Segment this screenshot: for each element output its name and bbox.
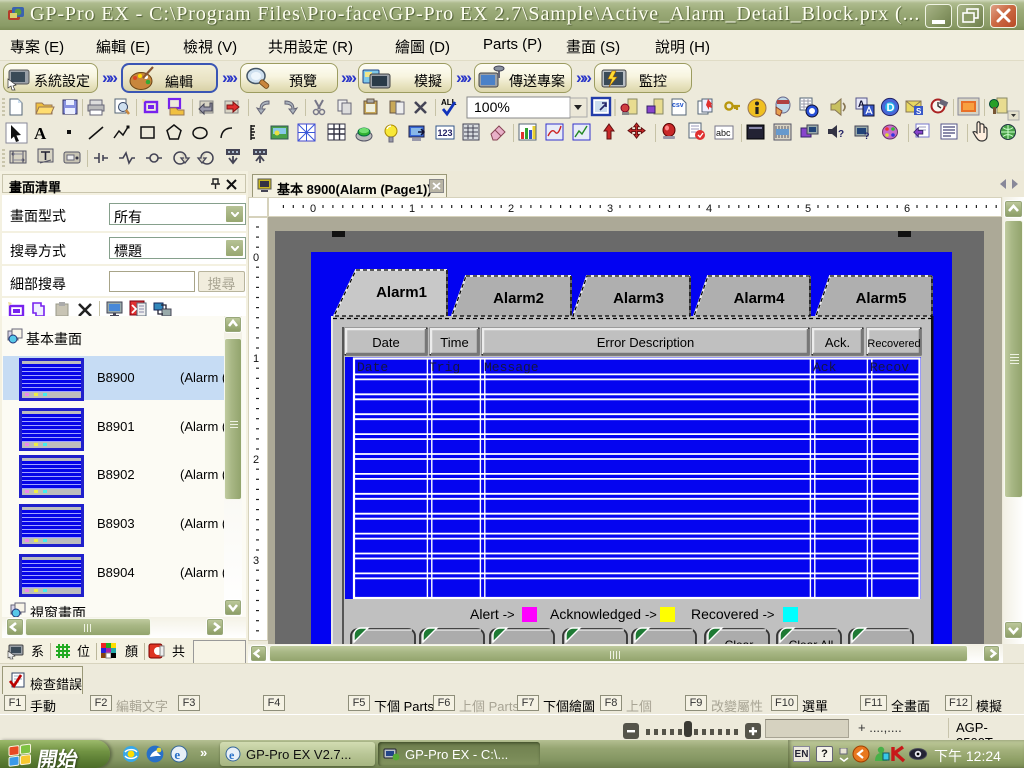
svg-text:Message: Message <box>484 360 539 375</box>
svg-text:顏: 顏 <box>125 644 138 659</box>
svg-text:Ack.: Ack. <box>825 335 850 350</box>
svg-text:1: 1 <box>253 353 259 365</box>
svg-text:系: 系 <box>31 644 44 659</box>
svg-text:Alarm2: Alarm2 <box>493 290 544 307</box>
svg-text:100%: 100% <box>474 99 510 115</box>
svg-text:Acknowledged ->: Acknowledged -> <box>550 606 657 622</box>
svg-text:Alarm4: Alarm4 <box>734 290 786 307</box>
svg-text:Time: Time <box>440 335 468 350</box>
svg-text:Recovered: Recovered <box>867 338 920 350</box>
svg-text:5: 5 <box>805 203 811 215</box>
svg-text:123: 123 <box>438 128 453 138</box>
svg-text:A: A <box>34 124 47 143</box>
svg-text:Trig: Trig <box>429 360 460 375</box>
svg-text:0: 0 <box>310 203 316 215</box>
svg-text:?: ? <box>864 131 870 141</box>
svg-text:0: 0 <box>253 252 259 264</box>
svg-text:»: » <box>200 745 207 760</box>
svg-text:Date: Date <box>357 360 388 375</box>
svg-text:4: 4 <box>706 203 712 215</box>
svg-text:6: 6 <box>904 203 910 215</box>
svg-text:Alarm1: Alarm1 <box>376 284 427 301</box>
svg-text:csv: csv <box>672 102 684 109</box>
svg-text:?: ? <box>838 129 844 140</box>
svg-text:Alarm5: Alarm5 <box>856 290 907 307</box>
svg-text:2: 2 <box>253 454 259 466</box>
svg-text:3: 3 <box>253 555 259 567</box>
svg-text:S: S <box>916 107 922 116</box>
svg-text:Recov: Recov <box>870 360 909 375</box>
svg-text:1: 1 <box>409 203 415 215</box>
svg-text:Error Description: Error Description <box>597 335 695 350</box>
svg-text:3: 3 <box>607 203 613 215</box>
svg-text:Alert ->: Alert -> <box>470 606 515 622</box>
svg-text:位: 位 <box>77 644 90 659</box>
svg-text:2: 2 <box>508 203 514 215</box>
svg-text:e: e <box>229 748 235 762</box>
svg-text:Date: Date <box>372 335 399 350</box>
svg-text:Recovered ->: Recovered -> <box>691 606 775 622</box>
svg-text:Alarm3: Alarm3 <box>613 290 664 307</box>
svg-text:D: D <box>887 102 895 114</box>
svg-text:e: e <box>174 747 180 762</box>
svg-text:Ack: Ack <box>813 360 837 375</box>
svg-text:abc: abc <box>716 128 731 138</box>
svg-text:共: 共 <box>172 644 185 659</box>
